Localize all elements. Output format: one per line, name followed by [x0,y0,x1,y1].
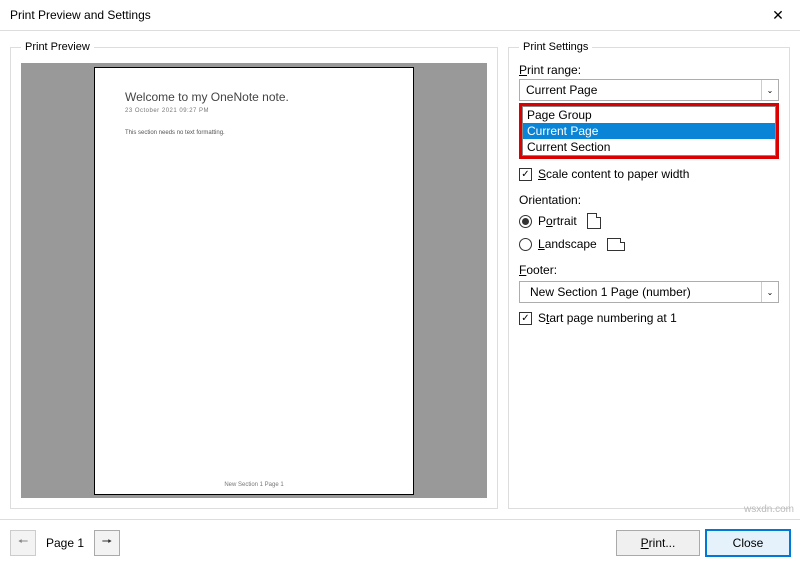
action-buttons: Print... Close [616,530,790,556]
print-preview-panel: Print Preview Welcome to my OneNote note… [10,41,498,509]
page-indicator: Page 1 [40,536,90,550]
settings-legend: Print Settings [519,41,592,53]
preview-page-title: Welcome to my OneNote note. [125,90,289,104]
orientation-label: Orientation: [519,193,779,207]
print-settings-panel: Print Settings Print range: Current Page… [508,41,790,509]
scale-content-label: Scale content to paper width [538,167,689,181]
preview-background: Welcome to my OneNote note. 23 October 2… [21,63,487,498]
preview-page-footer: New Section 1 Page 1 [95,482,413,488]
window-title: Print Preview and Settings [10,8,151,22]
print-button[interactable]: Print... [616,530,700,556]
start-numbering-row[interactable]: ✓ Start page numbering at 1 [519,311,779,325]
landscape-row[interactable]: Landscape [519,237,779,251]
bottom-bar: 🠔 Page 1 🠖 Print... Close [0,519,800,565]
chevron-down-icon: ⌄ [761,282,778,302]
portrait-icon [587,213,601,229]
preview-page-body: This section needs no text formatting. [125,130,225,136]
close-button[interactable]: Close [706,530,790,556]
close-icon[interactable]: ✕ [756,0,800,30]
footer-label: Footer: [519,263,779,277]
print-range-dropdown-highlight: Page Group Current Page Current Section [519,103,779,159]
titlebar: Print Preview and Settings ✕ [0,0,800,31]
next-page-button[interactable]: 🠖 [94,530,120,556]
chevron-down-icon: ⌄ [761,80,778,100]
scale-content-row[interactable]: ✓ Scale content to paper width [519,167,779,181]
footer-value: New Section 1 Page (number) [530,285,691,299]
print-range-dropdown[interactable]: Page Group Current Page Current Section [522,106,776,156]
preview-page: Welcome to my OneNote note. 23 October 2… [94,67,414,495]
print-range-label: Print range: [519,63,779,77]
landscape-radio[interactable] [519,238,532,251]
portrait-label: Portrait [538,214,577,228]
start-numbering-checkbox[interactable]: ✓ [519,312,532,325]
preview-page-date: 23 October 2021 09:27 PM [125,108,209,114]
portrait-row[interactable]: Portrait [519,213,779,229]
footer-select[interactable]: New Section 1 Page (number) ⌄ [519,281,779,303]
print-range-value: Current Page [526,83,597,97]
start-numbering-label: Start page numbering at 1 [538,311,677,325]
dropdown-item-current-section[interactable]: Current Section [523,139,775,155]
landscape-label: Landscape [538,237,597,251]
scale-content-checkbox[interactable]: ✓ [519,168,532,181]
content-area: Print Preview Welcome to my OneNote note… [0,31,800,509]
print-range-select[interactable]: Current Page ⌄ [519,79,779,101]
watermark: wsxdn.com [744,504,794,515]
dropdown-item-current-page[interactable]: Current Page [523,123,775,139]
page-nav: 🠔 Page 1 🠖 [10,530,120,556]
prev-page-button[interactable]: 🠔 [10,530,36,556]
landscape-icon [607,238,625,251]
portrait-radio[interactable] [519,215,532,228]
preview-legend: Print Preview [21,41,94,53]
dropdown-item-page-group[interactable]: Page Group [523,107,775,123]
